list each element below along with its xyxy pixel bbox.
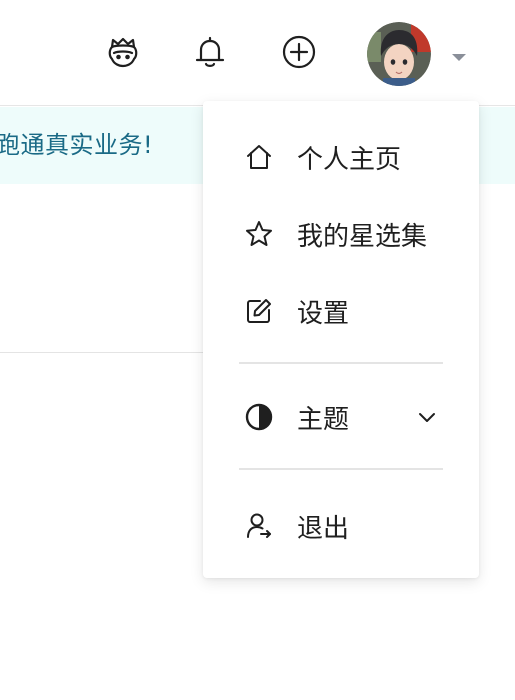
content-divider [0, 352, 205, 353]
user-avatar[interactable] [367, 22, 431, 86]
contrast-icon [243, 401, 275, 433]
menu-item-label: 设置 [297, 298, 350, 329]
edit-icon [243, 295, 275, 327]
bell-icon[interactable] [190, 30, 230, 74]
home-icon [243, 141, 275, 173]
menu-item-profile[interactable]: 个人主页 [203, 127, 479, 187]
user-menu-dropdown: 个人主页 我的星选集 设置 主题 退出 [203, 101, 479, 578]
menu-item-label: 退出 [297, 513, 350, 544]
banner-text: 跑通真实业务! [0, 131, 154, 159]
caret-down-icon[interactable] [450, 48, 468, 61]
menu-item-logout[interactable]: 退出 [203, 496, 479, 556]
menu-item-theme[interactable]: 主题 [203, 387, 479, 447]
mascot-icon[interactable] [103, 30, 143, 74]
logout-icon [243, 510, 275, 542]
menu-item-label: 个人主页 [297, 144, 402, 175]
plus-circle-icon[interactable] [279, 30, 319, 74]
menu-item-settings[interactable]: 设置 [203, 281, 479, 341]
menu-item-label: 我的星选集 [297, 221, 428, 252]
menu-divider [239, 468, 443, 470]
star-icon [243, 218, 275, 250]
top-bar [0, 0, 515, 106]
menu-divider [239, 362, 443, 364]
menu-item-label: 主题 [297, 404, 350, 435]
menu-item-starred[interactable]: 我的星选集 [203, 204, 479, 264]
chevron-down-icon [415, 405, 439, 429]
